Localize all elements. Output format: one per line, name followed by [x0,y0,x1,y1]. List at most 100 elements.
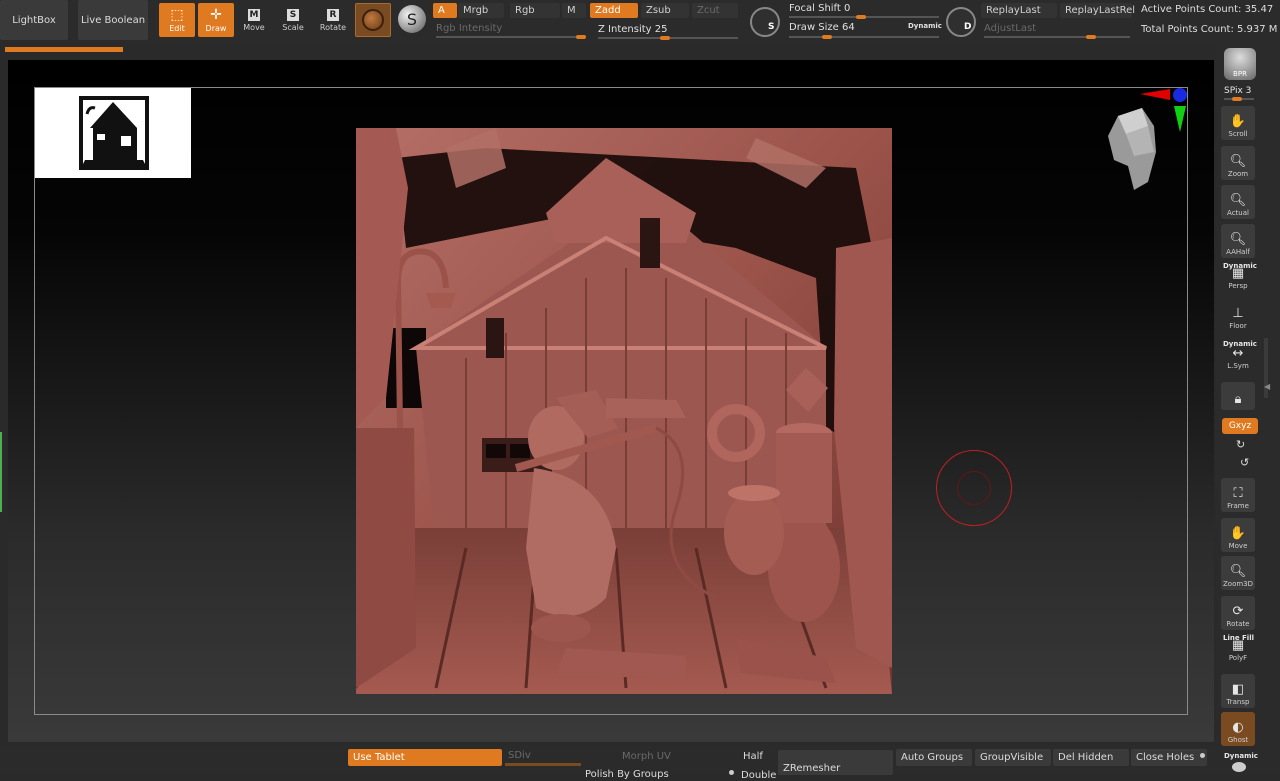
thumbnail-silhouette-icon [79,96,149,170]
rotate-label: Rotate [319,22,347,32]
z-intensity-slider[interactable]: Z Intensity 25 [598,24,667,35]
use-tablet-button[interactable]: Use Tablet [348,749,502,766]
scroll-button[interactable]: ✋ Scroll [1221,106,1255,140]
live-boolean-button[interactable]: Live Boolean [78,0,148,40]
transp-label: Transp [1226,698,1250,706]
draw-size-track[interactable] [789,36,939,38]
mode-a-button[interactable]: A [433,3,457,18]
rotate-z-icon[interactable]: ↺ [1240,456,1249,469]
bpr-button[interactable]: BPR [1224,48,1256,80]
mode-rgb-button[interactable]: Rgb [510,3,560,18]
active-points-count: Active Points Count: 35.47 [1141,4,1274,15]
zremesher-button[interactable]: ZRemesher [778,750,893,775]
replay-last-rel-button[interactable]: ReplayLastRel [1060,3,1135,18]
lock-icon: 🔒︎ [1234,392,1242,407]
top-toolbar: LightBox Live Boolean ⬚ Edit ✛ Draw M Mo… [0,0,1280,42]
move-tool-button[interactable]: M Move [236,3,272,37]
edit-label: Edit [169,23,185,33]
mode-m-button[interactable]: M [562,3,586,18]
scale-tool-button[interactable]: S Scale [275,3,311,37]
half-button[interactable]: Half [743,751,763,762]
aahalf-button[interactable]: 🔍︎ AAHalf [1221,224,1255,258]
focal-shift-knob[interactable] [856,15,866,19]
rgb-intensity-knob[interactable] [576,35,586,39]
focal-shift-curve-icon[interactable]: S [750,7,780,37]
close-holes-button[interactable]: Close Holes [1131,749,1207,766]
lightbox-button[interactable]: LightBox [0,0,68,40]
frame-button[interactable]: ⛶ Frame [1221,478,1255,512]
solo-icon[interactable] [1232,762,1246,772]
zoom-button[interactable]: 🔍︎ Zoom [1221,146,1255,180]
scale-label: Scale [282,22,304,32]
double-button[interactable]: Double [741,770,776,781]
zoom3d-button[interactable]: 🔍︎ Zoom3D [1221,556,1255,590]
sdiv-track[interactable] [505,763,581,766]
rotate-view-button[interactable]: ⟳ Rotate [1221,596,1255,630]
rotate-icon: R [327,8,339,21]
color-picker-icon[interactable]: S [398,5,426,33]
zadd-button[interactable]: Zadd [590,3,638,18]
replay-last-button[interactable]: ReplayLast [981,3,1057,18]
xyz-button[interactable]: Gxyz [1222,418,1258,434]
material-swatch[interactable] [355,3,391,37]
z-intensity-knob[interactable] [660,36,670,40]
morph-uv-button[interactable]: Morph UV [622,751,671,762]
ghost-icon: ◐ [1232,720,1244,735]
adjust-last-slider[interactable]: AdjustLast [984,23,1036,34]
rgb-intensity-slider[interactable]: Rgb Intensity [436,23,502,34]
focal-shift-key-label: S [768,22,775,32]
rotate-y-icon[interactable]: ↻ [1236,438,1245,451]
relief-sculpt-model[interactable] [354,128,892,694]
move-view-label: Move [1228,542,1248,550]
adjust-last-track[interactable] [984,36,1130,38]
draw-size-slider[interactable]: Draw Size 64 [789,22,855,33]
orientation-gizmo[interactable] [1098,86,1192,196]
actual-label: Actual [1227,209,1249,217]
move-label: Move [243,22,265,32]
draw-size-curve-icon[interactable]: D [946,7,976,37]
move-hand-icon: ✋ [1229,526,1247,541]
lsym-button[interactable]: ↔ L.Sym [1221,344,1255,372]
aahalf-label: AAHalf [1226,248,1250,256]
auto-groups-button[interactable]: Auto Groups [896,749,972,766]
move-view-button[interactable]: ✋ Move [1221,518,1255,552]
brush-cursor-inner [957,471,991,505]
persp-button[interactable]: ▦ Persp [1221,266,1255,292]
material-sphere-icon [362,9,384,31]
rgb-intensity-track[interactable] [436,36,586,38]
edit-tool-button[interactable]: ⬚ Edit [159,3,195,37]
draw-tool-button[interactable]: ✛ Draw [198,3,234,37]
hand-icon: ✋ [1229,114,1247,129]
symmetry-arrows-icon: ↔ [1232,346,1244,361]
lock-button[interactable]: 🔒︎ [1221,382,1255,410]
right-shelf: BPR SPix 3 ✋ Scroll 🔍︎ Zoom 🔍︎ Actual 🔍︎… [1216,42,1280,775]
progress-bar [5,47,123,52]
adjust-last-knob[interactable] [1086,35,1096,39]
bottom-toolbar: Use Tablet SDiv Morph UV Polish By Group… [0,745,1216,781]
spix-knob[interactable] [1232,97,1242,101]
navigator-thumbnail[interactable] [35,88,191,178]
ghost-button[interactable]: ◐ Ghost [1221,712,1255,746]
draw-icon: ✛ [210,6,222,23]
rotate-tool-button[interactable]: R Rotate [315,3,351,37]
solo-dynamic-label[interactable]: Dynamic [1224,752,1258,760]
group-visible-button[interactable]: GroupVisible [975,749,1051,766]
zsub-button[interactable]: Zsub [641,3,689,18]
focal-shift-slider[interactable]: Focal Shift 0 [789,3,850,14]
floor-icon: ⊥ [1232,306,1244,321]
mode-mrgb-button[interactable]: Mrgb [458,3,504,18]
transparency-icon: ◧ [1231,682,1245,697]
sdiv-slider[interactable]: SDiv [508,750,531,761]
close-holes-indicator-icon [1200,753,1205,758]
actual-button[interactable]: 🔍︎ Actual [1221,185,1255,219]
del-hidden-button[interactable]: Del Hidden [1053,749,1129,766]
shelf-collapse-icon[interactable]: ◀ [1264,382,1270,391]
polyf-button[interactable]: ▦ PolyF [1221,638,1255,664]
rotate-view-label: Rotate [1226,620,1250,628]
draw-size-dynamic-label[interactable]: Dynamic [908,22,942,30]
transp-button[interactable]: ◧ Transp [1221,674,1255,708]
floor-button[interactable]: ⊥ Floor [1221,304,1255,332]
spix-slider[interactable]: SPix 3 [1224,86,1251,96]
zcut-button[interactable]: Zcut [692,3,738,18]
draw-size-knob[interactable] [822,35,832,39]
